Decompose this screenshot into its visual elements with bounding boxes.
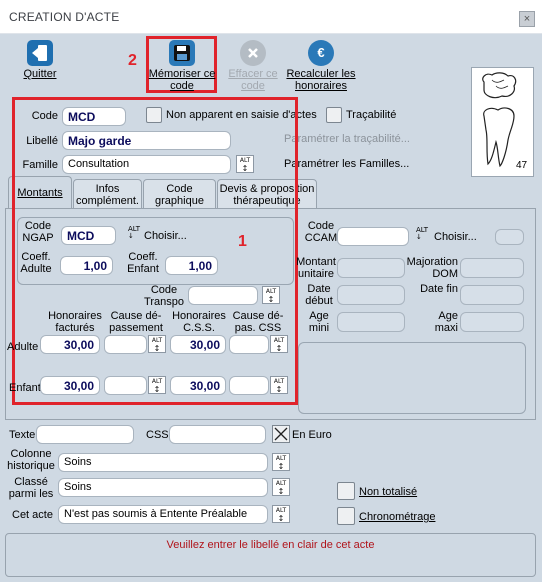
enfant-cause-depassement-input[interactable]: [104, 376, 147, 395]
quit-button[interactable]: Quitter: [8, 40, 72, 80]
row-enfant-label: Enfant: [9, 382, 41, 394]
en-euro-checkbox[interactable]: [272, 425, 290, 443]
code-transpo-input[interactable]: [188, 286, 258, 305]
age-mini-label: Age mini: [308, 310, 330, 334]
exit-icon: [27, 40, 53, 66]
row-adulte-label: Adulte: [7, 341, 39, 353]
save-code-label: Mémoriser ce code: [148, 68, 216, 92]
alt-label: ALT: [416, 226, 429, 234]
classe-parmi-select[interactable]: Soins: [58, 478, 268, 497]
date-fin-label: Date fin: [420, 283, 458, 295]
colonne-historique-select[interactable]: Soins: [58, 453, 268, 472]
alt-label: ALT: [275, 455, 287, 462]
code-ngap-label: Code NGAP: [22, 220, 54, 244]
colonne-historique-label: Colonne historique: [7, 448, 55, 472]
cet-acte-alt-button[interactable]: ALT ↕: [272, 505, 290, 523]
tooth-number: 47: [516, 160, 528, 171]
age-mini-field: [337, 312, 405, 332]
date-debut-label: Date début: [305, 283, 333, 307]
adulte-honoraires-css-input[interactable]: 30,00: [170, 335, 226, 354]
classe-parmi-alt-button[interactable]: ALT ↕: [272, 478, 290, 496]
save-icon: [169, 40, 195, 66]
adulte-cause-alt-button[interactable]: ALT ↕: [148, 335, 166, 353]
css-input[interactable]: [169, 425, 266, 444]
code-transpo-alt-button[interactable]: ALT ↕: [262, 286, 280, 304]
alt-label: ALT: [128, 225, 141, 233]
alt-label: ALT: [265, 288, 277, 295]
colonne-historique-alt-button[interactable]: ALT ↕: [272, 453, 290, 471]
adulte-cause-css-input[interactable]: [229, 335, 269, 354]
ccam-lower-group: [298, 342, 526, 414]
code-ccam-input[interactable]: [337, 227, 409, 246]
age-maxi-label: Age maxi: [434, 310, 458, 334]
date-fin-field: [460, 285, 524, 305]
texte-label: Texte: [9, 429, 36, 441]
code-ngap-alt-icon[interactable]: ALT ↓: [128, 226, 140, 240]
classe-parmi-label: Classé parmi les: [8, 476, 54, 500]
parametrer-familles-link[interactable]: Paramétrer les Familles...: [284, 158, 409, 170]
code-ccam-alt-icon[interactable]: ALT ↓: [416, 227, 428, 241]
recalculate-fees-label: Recalculer les honoraires: [286, 68, 356, 92]
tracabilite-label: Traçabilité: [346, 109, 397, 121]
code-transpo-label: Code Transpo: [144, 284, 184, 308]
code-ccam-choisir[interactable]: Choisir...: [434, 231, 477, 243]
texte-input[interactable]: [36, 425, 134, 444]
alt-label: ALT: [151, 378, 163, 385]
enfant-cause-css-input[interactable]: [229, 376, 269, 395]
chronometrage-label: Chronométrage: [359, 511, 436, 523]
status-message: Veuillez entrer le libellé en clair de c…: [166, 539, 375, 551]
col-honoraires-factures: Honoraires facturés: [48, 310, 102, 334]
ccam-extra-field: [495, 229, 524, 245]
chronometrage-checkbox[interactable]: [337, 507, 355, 525]
cet-acte-label: Cet acte: [12, 509, 53, 521]
close-button[interactable]: ×: [519, 11, 535, 27]
majoration-dom-field: [460, 258, 524, 278]
age-maxi-field: [460, 312, 524, 332]
non-totalise-checkbox[interactable]: [337, 482, 355, 500]
tracabilite-checkbox[interactable]: [326, 107, 342, 123]
delete-icon: [240, 40, 266, 66]
col-cause-depas-css: Cause dé- pas. CSS: [232, 310, 284, 334]
checkmark-x-icon: [274, 427, 288, 441]
coeff-enfant-input[interactable]: 1,00: [165, 256, 218, 275]
save-code-button[interactable]: Mémoriser ce code: [148, 40, 216, 92]
col-honoraires-css: Honoraires C.S.S.: [172, 310, 226, 334]
window-title: CREATION D'ACTE: [9, 10, 120, 24]
montant-unitaire-label: Montant unitaire: [296, 256, 336, 280]
recalculate-fees-button[interactable]: € Recalculer les honoraires: [283, 40, 359, 92]
euro-refresh-icon: €: [308, 40, 334, 66]
alt-label: ALT: [273, 378, 285, 385]
tooth-image[interactable]: 47: [471, 67, 534, 177]
adulte-cause-css-alt-button[interactable]: ALT ↕: [270, 335, 288, 353]
quit-label: Quitter: [23, 68, 57, 80]
alt-label: ALT: [273, 337, 285, 344]
majoration-dom-label: Majoration DOM: [406, 256, 458, 280]
montant-unitaire-field: [337, 258, 405, 278]
non-totalise-label: Non totalisé: [359, 486, 418, 498]
alt-label: ALT: [275, 480, 287, 487]
date-debut-field: [337, 285, 405, 305]
coeff-adulte-label: Coeff. Adulte: [20, 251, 52, 275]
css-label: CSS: [146, 429, 169, 441]
code-ngap-choisir[interactable]: Choisir...: [144, 230, 187, 242]
enfant-honoraires-css-input[interactable]: 30,00: [170, 376, 226, 395]
enfant-cause-css-alt-button[interactable]: ALT ↕: [270, 376, 288, 394]
enfant-cause-alt-button[interactable]: ALT ↕: [148, 376, 166, 394]
code-ngap-input[interactable]: MCD: [61, 226, 116, 245]
delete-code-label: Effacer ce code: [228, 68, 278, 92]
adulte-cause-depassement-input[interactable]: [104, 335, 147, 354]
coeff-enfant-label: Coeff. Enfant: [127, 251, 159, 275]
code-ccam-label: Code CCAM: [304, 220, 338, 244]
alt-label: ALT: [275, 507, 287, 514]
alt-label: ALT: [151, 337, 163, 344]
adulte-honoraires-input[interactable]: 30,00: [40, 335, 100, 354]
cet-acte-select[interactable]: N'est pas soumis à Entente Préalable: [58, 505, 268, 524]
parametrer-tracabilite-link[interactable]: Paramétrer la traçabilité...: [284, 133, 410, 145]
annotation-number-2: 2: [128, 52, 137, 69]
coeff-adulte-input[interactable]: 1,00: [60, 256, 113, 275]
delete-code-button[interactable]: Effacer ce code: [221, 40, 285, 92]
enfant-honoraires-input[interactable]: 30,00: [40, 376, 100, 395]
en-euro-label: En Euro: [292, 429, 332, 441]
col-cause-depassement: Cause dé- passement: [109, 310, 163, 334]
